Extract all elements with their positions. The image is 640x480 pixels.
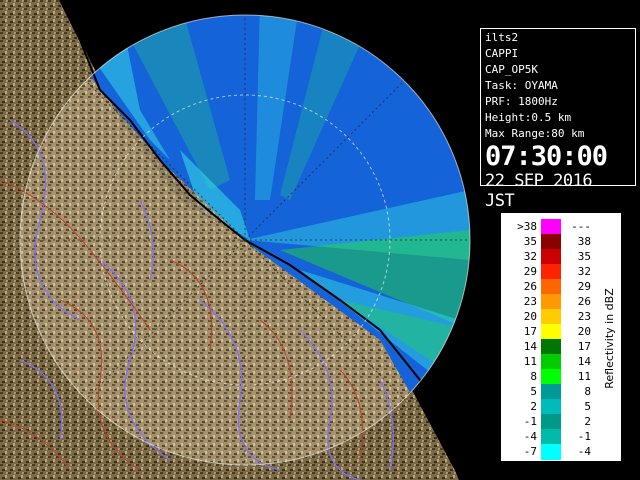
legend-low-value: 17 [523,325,537,338]
legend-high-value: 35 [577,250,591,263]
legend-high-value: 17 [577,340,591,353]
info-height: Height:0.5 km [485,111,572,124]
legend-high-value: 26 [577,295,591,308]
legend-swatch [541,339,561,355]
legend-high-value: 8 [584,385,591,398]
legend-row: 58 [501,384,601,400]
legend-row: 14 17 [501,339,601,355]
legend-low-value: -4 [523,430,537,443]
legend-low-value: >38 [517,220,537,233]
legend-swatch [541,219,561,235]
legend-row: 29 32 [501,264,601,280]
legend-swatch [541,444,561,460]
info-task: Task: OYAMA [485,79,558,92]
legend-high-value: 11 [577,370,591,383]
legend-row: 8 11 [501,369,601,385]
legend-swatch [541,414,561,430]
legend-high-value: 5 [584,400,591,413]
legend-swatch [541,309,561,325]
legend-high-value: 23 [577,310,591,323]
legend-swatch [541,354,561,370]
legend-high-value: --- [571,220,591,233]
legend-high-value: 29 [577,280,591,293]
legend-low-value: 2 [530,400,537,413]
legend-swatch [541,234,561,250]
legend-swatch [541,399,561,415]
legend-low-value: 14 [523,340,537,353]
legend-unit-label: Reflectivity in dBZ [597,213,621,463]
info-date: 22 SEP 2016 JST [485,171,593,211]
legend-high-value: 20 [577,325,591,338]
legend-swatch [541,429,561,445]
legend-high-value: 14 [577,355,591,368]
reflectivity-legend: >38 --- 35 38 32 35 29 32 26 29 23 26 20 23 17 20 14 17 11… [500,212,622,462]
legend-low-value: 32 [523,250,537,263]
legend-row: 23 26 [501,294,601,310]
info-site: ilts2 [485,31,519,44]
legend-swatch [541,324,561,340]
legend-swatch [541,264,561,280]
legend-row: -4 -1 [501,429,601,445]
legend-low-value: 23 [523,295,537,308]
legend-row: >38 --- [501,219,601,235]
legend-row: 17 20 [501,324,601,340]
legend-high-value: 2 [584,415,591,428]
legend-row: -1 2 [501,414,601,430]
legend-row: 20 23 [501,309,601,325]
legend-swatch [541,369,561,385]
radar-info-panel: ilts2 CAPPI CAP_OP5K Task: OYAMA PRF: 18… [480,28,636,211]
legend-row: 35 38 [501,234,601,250]
legend-swatch [541,279,561,295]
legend-low-value: -1 [523,415,537,428]
legend-row: 11 14 [501,354,601,370]
legend-high-value: 32 [577,265,591,278]
legend-low-value: -7 [523,445,537,458]
info-max-range: Max Range:80 km [485,127,585,140]
info-product-name: CAP_OP5K [485,63,538,76]
info-product: CAPPI [485,47,519,60]
legend-low-value: 5 [530,385,537,398]
legend-unit-text: Reflectivity in dBZ [602,287,616,389]
legend-swatch [541,384,561,400]
radar-display: ilts2 CAPPI CAP_OP5K Task: OYAMA PRF: 18… [0,0,640,480]
legend-row: 32 35 [501,249,601,265]
legend-low-value: 35 [523,235,537,248]
legend-high-value: -1 [577,430,591,443]
legend-low-value: 8 [530,370,537,383]
legend-swatch [541,294,561,310]
info-time: 07:30:00 [485,141,608,172]
legend-low-value: 20 [523,310,537,323]
legend-swatch [541,249,561,265]
legend-low-value: 11 [523,355,537,368]
legend-low-value: 26 [523,280,537,293]
legend-row: 25 [501,399,601,415]
legend-low-value: 29 [523,265,537,278]
legend-row: -7 -4 [501,444,601,460]
legend-row: 26 29 [501,279,601,295]
info-prf: PRF: 1800Hz [485,95,558,108]
legend-high-value: -4 [577,445,591,458]
legend-high-value: 38 [577,235,591,248]
